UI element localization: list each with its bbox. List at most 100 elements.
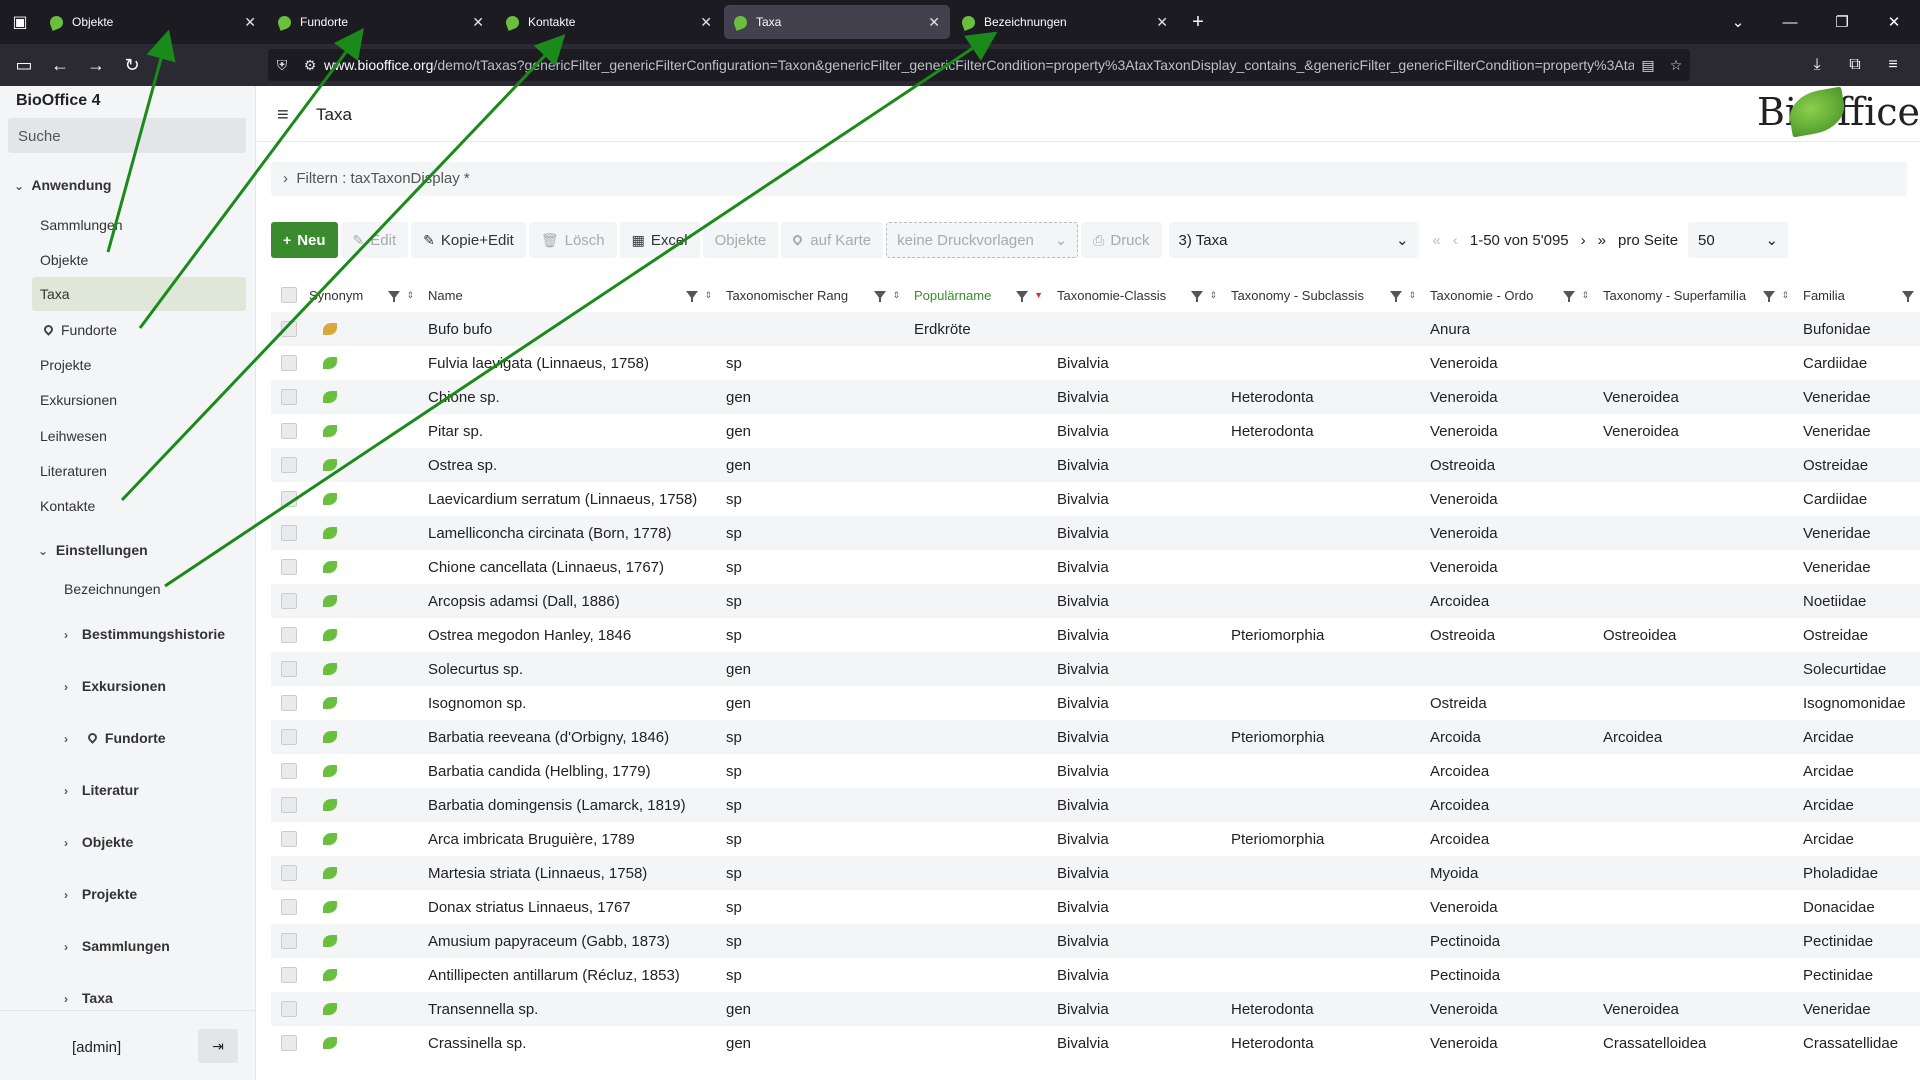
table-row[interactable]: Laevicardium serratum (Linnaeus, 1758) sp…	[271, 482, 1920, 516]
column-header[interactable]: Taxonomy - Subclassis ⇕	[1231, 288, 1430, 303]
close-icon[interactable]: ✕	[244, 14, 256, 31]
last-page-icon[interactable]: »	[1598, 232, 1606, 249]
row-checkbox[interactable]	[281, 423, 297, 439]
first-page-icon[interactable]: «	[1433, 232, 1441, 249]
sidebar-toggle-icon[interactable]: ▭	[6, 55, 42, 76]
filter-funnel-icon[interactable]	[1902, 291, 1914, 302]
select-all-checkbox[interactable]	[281, 287, 297, 303]
column-header[interactable]: Taxonomie - Ordo ⇕	[1430, 288, 1603, 303]
table-row[interactable]: Barbatia domingensis (Lamarck, 1819) sp Bi…	[271, 788, 1920, 822]
row-checkbox[interactable]	[281, 321, 297, 337]
table-row[interactable]: Ostrea megodon Hanley, 1846 sp Bivalvia Pte…	[271, 618, 1920, 652]
sort-icon[interactable]: ⇕	[1581, 290, 1589, 301]
edit-button[interactable]: ✎ Edit	[340, 222, 409, 258]
close-icon[interactable]: ✕	[928, 14, 940, 31]
filter-funnel-icon[interactable]	[1563, 291, 1576, 302]
table-row[interactable]: Amusium papyraceum (Gabb, 1873) sp Bivalvi…	[271, 924, 1920, 958]
view-select[interactable]: 3) Taxa ⌄	[1168, 222, 1419, 258]
logout-button[interactable]: ⇥	[198, 1029, 238, 1063]
row-checkbox[interactable]	[281, 355, 297, 371]
sidebar-item-taxa[interactable]: Taxa	[32, 277, 246, 311]
sidebar-group-einstellungen[interactable]: ⌄ Einstellungen	[0, 542, 256, 558]
row-checkbox[interactable]	[281, 729, 297, 745]
row-checkbox[interactable]	[281, 525, 297, 541]
tab-fundorte[interactable]: Fundorte ✕	[268, 5, 494, 39]
menu-icon[interactable]: ≡	[1874, 56, 1912, 74]
table-row[interactable]: Crassinella sp. gen Bivalvia Heterodonta Ven…	[271, 1026, 1920, 1060]
print-button[interactable]: ⎙ Druck	[1081, 222, 1162, 258]
extensions-icon[interactable]: ⧉	[1836, 56, 1874, 74]
sort-icon[interactable]: ⇕	[1408, 290, 1416, 301]
table-row[interactable]: Transennella sp. gen Bivalvia Heterodonta Ve…	[271, 992, 1920, 1026]
sort-icon[interactable]: ⇕	[1209, 290, 1217, 301]
row-checkbox[interactable]	[281, 457, 297, 473]
tab-taxa[interactable]: Taxa ✕	[724, 5, 950, 39]
sidebar-search-input[interactable]: Suche	[8, 118, 246, 153]
filter-funnel-icon[interactable]	[1390, 291, 1403, 302]
shield-icon[interactable]: ⛨	[268, 57, 296, 74]
new-tab-icon[interactable]: +	[1180, 11, 1216, 34]
row-checkbox[interactable]	[281, 933, 297, 949]
row-checkbox[interactable]	[281, 763, 297, 779]
reader-view-icon[interactable]: ▤	[1634, 57, 1662, 74]
copy-edit-button[interactable]: ✎ Kopie+Edit	[411, 222, 526, 258]
table-row[interactable]: Chione sp. gen Bivalvia Heterodonta Veneroid…	[271, 380, 1920, 414]
row-checkbox[interactable]	[281, 899, 297, 915]
url-text[interactable]: www.biooffice.org/demo/tTaxas?genericFil…	[324, 57, 1634, 73]
filter-funnel-icon[interactable]	[686, 291, 699, 302]
filter-funnel-icon[interactable]	[1016, 291, 1029, 302]
back-icon[interactable]: ←	[42, 55, 78, 76]
table-row[interactable]: Barbatia reeveana (d'Orbigny, 1846) sp Biv…	[271, 720, 1920, 754]
row-checkbox[interactable]	[281, 491, 297, 507]
prev-page-icon[interactable]: ‹	[1453, 232, 1458, 249]
objects-button[interactable]: Objekte	[702, 222, 779, 258]
window-close-icon[interactable]: ✕	[1868, 13, 1920, 31]
sidebar-group-bestimmungshistorie[interactable]: › Bestimmungshistorie	[0, 626, 256, 642]
row-checkbox[interactable]	[281, 627, 297, 643]
column-header[interactable]: Taxonomie-Classis ⇕	[1057, 288, 1231, 303]
row-checkbox[interactable]	[281, 593, 297, 609]
row-checkbox[interactable]	[281, 1035, 297, 1051]
row-checkbox[interactable]	[281, 797, 297, 813]
sidebar-group-projekte[interactable]: › Projekte	[0, 886, 256, 902]
sidebar-group-taxa[interactable]: › Taxa	[0, 990, 256, 1006]
minimize-icon[interactable]: —	[1764, 14, 1816, 31]
column-header[interactable]: Synonym ⇕	[309, 288, 428, 303]
row-checkbox[interactable]	[281, 559, 297, 575]
sidebar-item-literaturen[interactable]: Literaturen	[0, 463, 256, 479]
tab-bezeichnungen[interactable]: Bezeichnungen ✕	[952, 5, 1178, 39]
table-row[interactable]: Barbatia candida (Helbling, 1779) sp Bival…	[271, 754, 1920, 788]
table-row[interactable]: Arcopsis adamsi (Dall, 1886) sp Bivalvia Ar…	[271, 584, 1920, 618]
table-row[interactable]: Lamelliconcha circinata (Born, 1778) sp Bi…	[271, 516, 1920, 550]
sidebar-item-leihwesen[interactable]: Leihwesen	[0, 428, 256, 444]
print-template-select[interactable]: keine Druckvorlagen ⌄	[886, 222, 1079, 258]
column-header[interactable]: Taxonomy - Superfamilia ⇕	[1603, 288, 1803, 303]
sidebar-item-exkursionen[interactable]: Exkursionen	[0, 392, 256, 408]
sort-icon[interactable]: ⇕	[892, 290, 900, 301]
sidebar-group-objekte[interactable]: › Objekte	[0, 834, 256, 850]
sidebar-group-exkursionen[interactable]: › Exkursionen	[0, 678, 256, 694]
sort-icon[interactable]: ⇕	[406, 290, 414, 301]
table-row[interactable]: Solecurtus sp. gen Bivalvia Solecurtidae	[271, 652, 1920, 686]
filter-funnel-icon[interactable]	[874, 291, 887, 302]
sort-icon[interactable]: ⇕	[704, 290, 712, 301]
sidebar-group-literatur[interactable]: › Literatur	[0, 782, 256, 798]
table-row[interactable]: Antillipecten antillarum (Récluz, 1853) s…	[271, 958, 1920, 992]
table-row[interactable]: Chione cancellata (Linnaeus, 1767) sp Biva…	[271, 550, 1920, 584]
close-icon[interactable]: ✕	[700, 14, 712, 31]
tab-overview-icon[interactable]: ▣	[0, 0, 40, 44]
row-checkbox[interactable]	[281, 389, 297, 405]
next-page-icon[interactable]: ›	[1581, 232, 1586, 249]
tab-kontakte[interactable]: Kontakte ✕	[496, 5, 722, 39]
sidebar-item-projekte[interactable]: Projekte	[0, 357, 256, 373]
delete-button[interactable]: 🗑 Lösch	[528, 222, 617, 258]
bookmark-star-icon[interactable]: ☆	[1662, 57, 1690, 74]
filter-bar[interactable]: › Filtern : taxTaxonDisplay *	[271, 162, 1907, 196]
close-icon[interactable]: ✕	[472, 14, 484, 31]
new-button[interactable]: + Neu	[271, 222, 338, 258]
filter-funnel-icon[interactable]	[388, 291, 401, 302]
row-checkbox[interactable]	[281, 967, 297, 983]
sidebar-group-anwendung[interactable]: ⌄ Anwendung	[0, 177, 256, 193]
table-row[interactable]: Ostrea sp. gen Bivalvia Ostreoida Ostreidae	[271, 448, 1920, 482]
row-checkbox[interactable]	[281, 695, 297, 711]
